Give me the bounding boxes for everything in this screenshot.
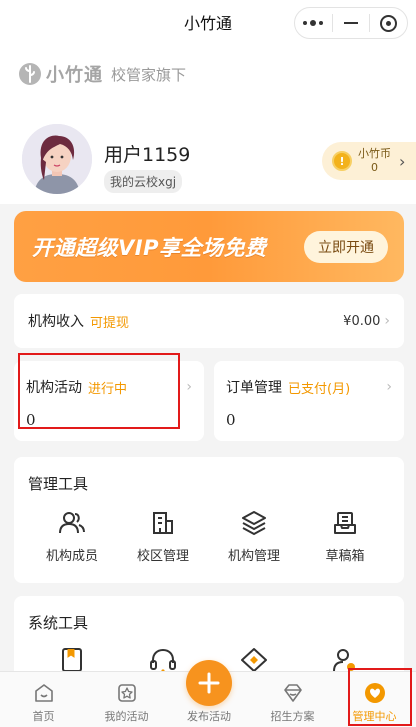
coin-label: 小竹币 xyxy=(358,147,391,160)
bamboo-logo-icon xyxy=(19,63,41,85)
chevron-right-icon: › xyxy=(399,151,406,171)
coin-icon: ! xyxy=(332,151,352,171)
brand-logo: 小竹通 xyxy=(18,61,103,87)
income-amount: ¥0.00 xyxy=(343,313,381,329)
close-program-button[interactable] xyxy=(370,8,407,38)
avatar[interactable] xyxy=(22,124,92,194)
tool-organization[interactable]: 机构管理 xyxy=(206,509,302,564)
tool-label: 草稿箱 xyxy=(325,549,365,564)
app-title: 小竹通 xyxy=(183,14,232,33)
orders-status-tag: 已支付(月) xyxy=(288,381,351,397)
orders-label: 订单管理 xyxy=(226,380,282,396)
vip-banner-text: 开通超级VIP享全场免费 xyxy=(32,235,267,260)
drafts-icon xyxy=(297,509,393,537)
minus-icon xyxy=(344,22,358,24)
chevron-right-icon: › xyxy=(384,313,390,329)
mini-program-capsule xyxy=(294,7,408,39)
username: 用户1159 xyxy=(104,144,191,166)
withdrawable-tag: 可提现 xyxy=(90,315,130,331)
brand-subtitle: 校管家旗下 xyxy=(111,65,187,84)
orders-card[interactable]: 订单管理 已支付(月) › 0 xyxy=(214,361,404,441)
orders-count: 0 xyxy=(226,411,236,429)
tab-label: 我的活动 xyxy=(104,710,149,723)
tool-label: 机构成员 xyxy=(45,549,98,564)
brand-name: 小竹通 xyxy=(46,65,103,86)
management-tools-card: 管理工具 机构成员 校区管理 机构管理 草稿箱 xyxy=(14,457,404,583)
income-card[interactable]: 机构收入 可提现 ¥0.00 › xyxy=(14,294,404,348)
tool-label: 校区管理 xyxy=(136,549,189,564)
more-button[interactable] xyxy=(295,8,332,38)
management-tools-header: 管理工具 xyxy=(28,475,89,493)
gem-icon xyxy=(251,680,334,706)
publish-activity-label: 发布活动 xyxy=(187,710,231,723)
tool-members[interactable]: 机构成员 xyxy=(24,509,120,564)
tab-home[interactable]: 首页 xyxy=(2,680,85,724)
vip-banner[interactable]: 开通超级VIP享全场免费 立即开通 xyxy=(14,211,404,282)
system-tools-header: 系统工具 xyxy=(28,614,89,632)
tab-enrollment-plans[interactable]: 招生方案 xyxy=(251,680,334,724)
activity-highlight-box xyxy=(18,353,180,429)
cloud-school-badge[interactable]: 我的云校xgj xyxy=(104,170,183,193)
campus-icon xyxy=(115,509,211,537)
members-icon xyxy=(24,509,120,537)
system-tool-book[interactable] xyxy=(24,646,120,674)
layers-icon xyxy=(206,509,302,537)
tab-label: 招生方案 xyxy=(270,710,315,723)
tab-label: 首页 xyxy=(32,710,55,723)
avatar-illustration xyxy=(22,124,92,194)
brand-bar: 小竹通 校管家旗下 xyxy=(0,44,416,104)
tool-campus[interactable]: 校区管理 xyxy=(115,509,211,564)
publish-activity-button[interactable] xyxy=(186,660,232,706)
tab-my-activities[interactable]: 我的活动 xyxy=(85,680,168,724)
income-label: 机构收入 xyxy=(28,314,84,330)
coin-value: 0 xyxy=(371,161,378,174)
title-bar: 小竹通 xyxy=(0,0,416,44)
open-vip-button[interactable]: 立即开通 xyxy=(304,231,388,263)
more-dots-icon xyxy=(303,20,324,26)
tool-label: 机构管理 xyxy=(227,549,280,564)
chevron-right-icon: › xyxy=(386,379,392,395)
minimize-button[interactable] xyxy=(333,8,370,38)
chevron-right-icon: › xyxy=(186,379,192,395)
home-icon xyxy=(2,680,85,706)
plus-icon xyxy=(198,672,220,694)
tool-drafts[interactable]: 草稿箱 xyxy=(297,509,393,564)
target-icon xyxy=(380,14,398,32)
management-tab-highlight-box xyxy=(348,668,412,726)
book-icon xyxy=(24,646,120,674)
profile-section: 用户1159 我的云校xgj ! 小竹币 0 › xyxy=(0,104,416,204)
star-box-icon xyxy=(85,680,168,706)
coin-balance-pill[interactable]: ! 小竹币 0 › xyxy=(322,142,416,180)
